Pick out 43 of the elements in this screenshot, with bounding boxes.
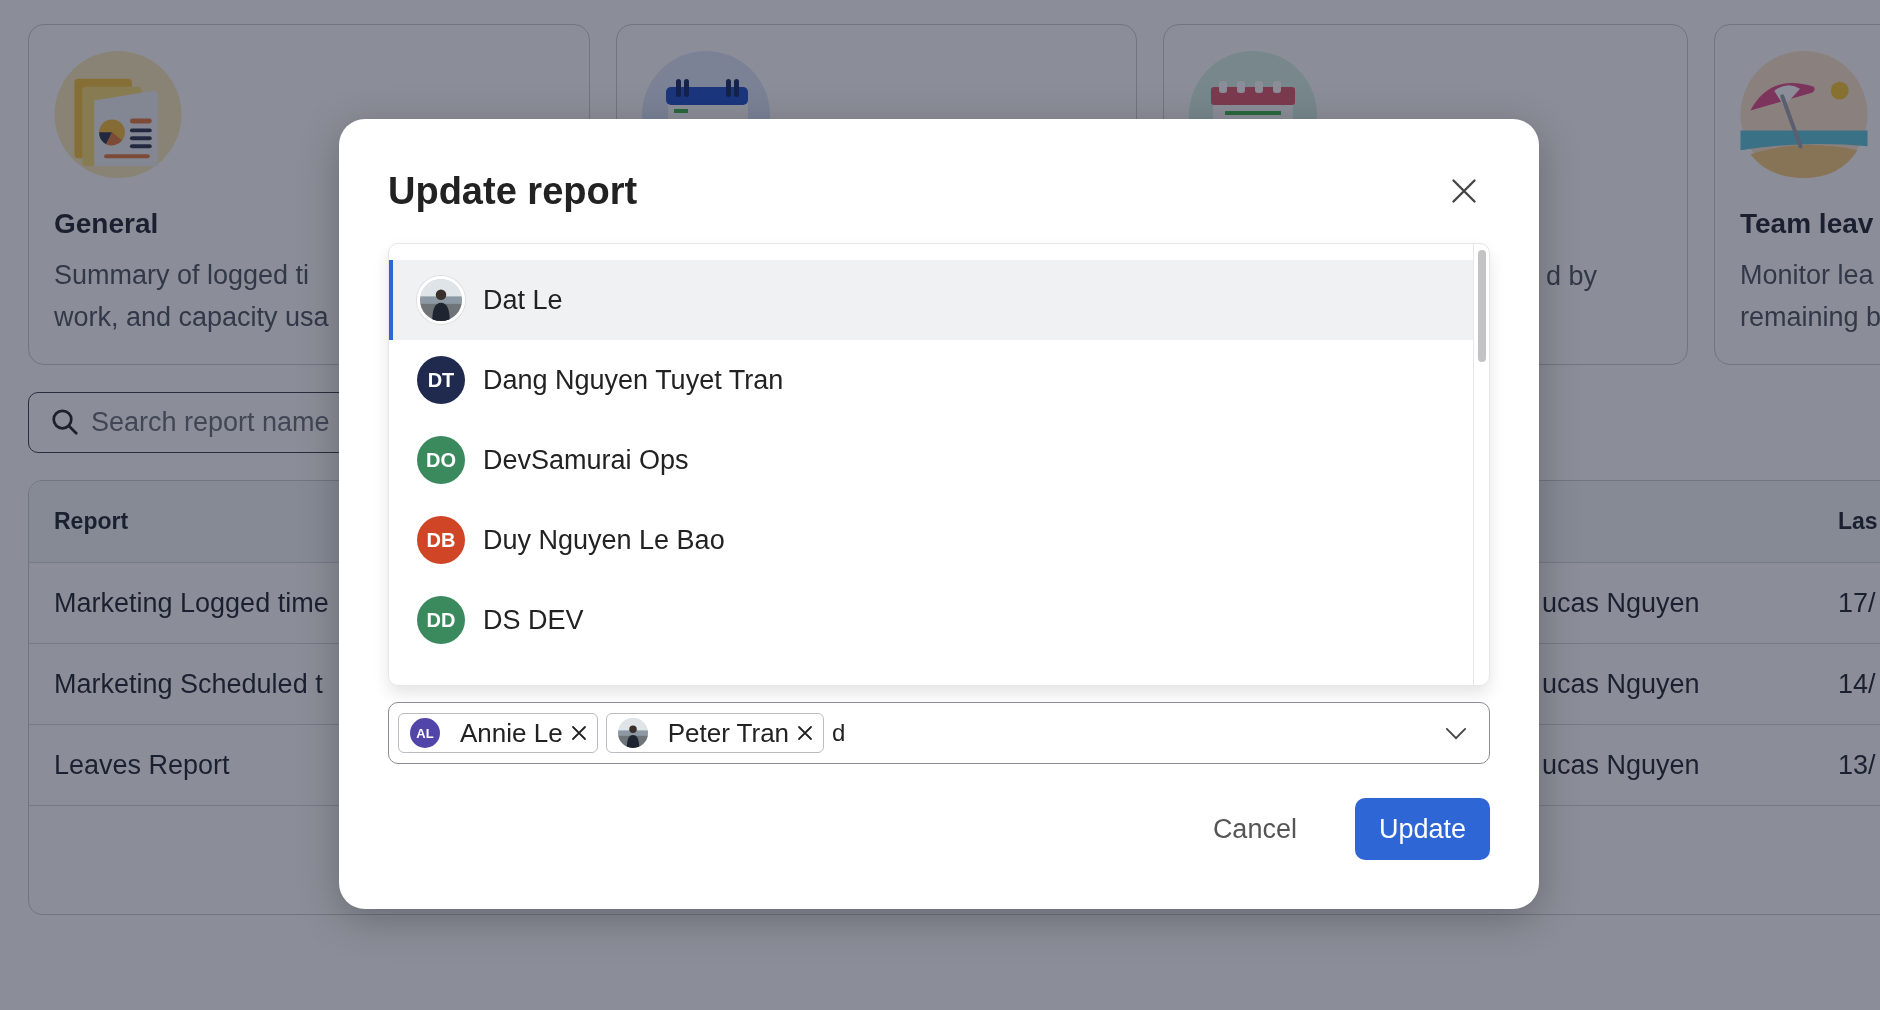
close-icon [1450, 177, 1478, 205]
option-row[interactable]: DB Duy Nguyen Le Bao [389, 500, 1473, 580]
option-label: Dat Le [483, 284, 563, 316]
table-cell-text: 17/ [1837, 587, 1877, 619]
chevron-down-icon[interactable] [1445, 726, 1467, 740]
remove-icon[interactable] [797, 725, 814, 741]
option-row[interactable]: Dat Le [389, 260, 1473, 340]
user-avatar: DT [417, 356, 465, 404]
report-illustration-icon [54, 51, 182, 178]
selected-member-chip[interactable]: AL Annie Le [398, 713, 598, 753]
table-cell-text: Marketing Logged time [53, 587, 330, 619]
table-cell-text: 14/ [1837, 668, 1877, 700]
table-cell-text: ucas Nguyen [1541, 587, 1701, 619]
scrollbar-thumb[interactable] [1477, 250, 1486, 362]
chip-label: Annie Le [460, 717, 563, 749]
member-select-field[interactable]: AL Annie Le Peter Tran d [388, 702, 1490, 764]
report-type-card[interactable]: Team leav Monitor lea remaining b [1714, 24, 1880, 365]
card-description: d by [1545, 260, 1598, 293]
column-header: Report [53, 508, 130, 535]
table-cell-text: ucas Nguyen [1541, 749, 1701, 781]
remove-icon[interactable] [570, 725, 587, 741]
search-icon [50, 407, 80, 437]
user-avatar: DD [417, 596, 465, 644]
card-description: Monitor lea remaining b [1740, 259, 1880, 334]
table-cell-text: Marketing Scheduled t [53, 668, 324, 700]
table-cell-text: ucas Nguyen [1541, 668, 1701, 700]
column-header: Las [1837, 508, 1879, 535]
option-row[interactable]: DD DS DEV [389, 580, 1473, 660]
beach-umbrella-illustration-icon [1740, 51, 1868, 178]
card-title: General [54, 207, 159, 241]
user-avatar: DB [417, 516, 465, 564]
table-cell-text: Leaves Report [53, 749, 231, 781]
table-cell-text: 13/ [1837, 749, 1877, 781]
chip-label: Peter Tran [667, 717, 790, 749]
card-description: Summary of logged ti work, and capacity usa [54, 259, 329, 334]
selected-member-chip[interactable]: Peter Tran [605, 713, 825, 753]
user-avatar: DO [417, 436, 465, 484]
user-avatar: AL [410, 718, 440, 748]
update-button[interactable]: Update [1354, 798, 1490, 860]
card-title: Team leav [1740, 207, 1874, 241]
option-label: DS DEV [483, 604, 584, 636]
option-label: Duy Nguyen Le Bao [483, 524, 725, 556]
cancel-button[interactable]: Cancel [1188, 798, 1321, 860]
